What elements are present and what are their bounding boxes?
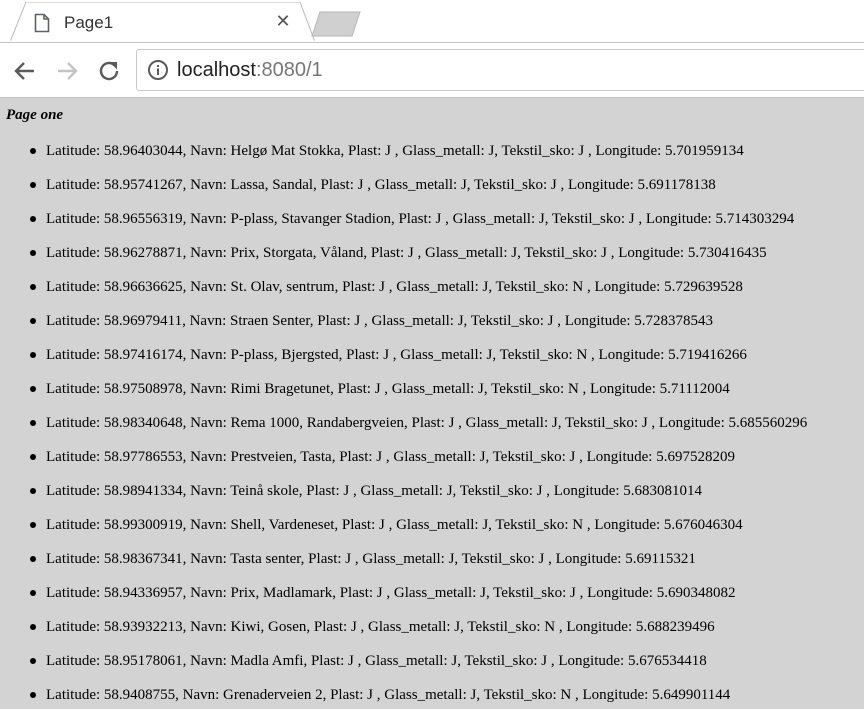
bullet-icon bbox=[30, 386, 36, 392]
list-item: Latitude: 58.95741267, Navn: Lassa, Sand… bbox=[0, 168, 864, 202]
list-item: Latitude: 58.98367341, Navn: Tasta sente… bbox=[0, 542, 864, 576]
list-item: Latitude: 58.9408755, Navn: Grenaderveie… bbox=[0, 678, 864, 709]
bullet-icon bbox=[30, 318, 36, 324]
list-item: Latitude: 58.98340648, Navn: Rema 1000, … bbox=[0, 406, 864, 440]
list-item: Latitude: 58.94336957, Navn: Prix, Madla… bbox=[0, 576, 864, 610]
list-item: Latitude: 58.96278871, Navn: Prix, Storg… bbox=[0, 236, 864, 270]
list-item: Latitude: 58.97508978, Navn: Rimi Braget… bbox=[0, 372, 864, 406]
list-item-text: Latitude: 58.9408755, Navn: Grenaderveie… bbox=[46, 687, 731, 703]
bullet-icon bbox=[30, 216, 36, 222]
bullet-icon bbox=[30, 488, 36, 494]
back-arrow-icon[interactable] bbox=[11, 57, 39, 85]
bullet-icon bbox=[30, 556, 36, 562]
forward-arrow-icon[interactable] bbox=[53, 57, 81, 85]
bullet-icon bbox=[30, 182, 36, 188]
list-item: Latitude: 58.97416174, Navn: P-plass, Bj… bbox=[0, 338, 864, 372]
list-item-text: Latitude: 58.96403044, Navn: Helgø Mat S… bbox=[46, 143, 744, 159]
reload-icon[interactable] bbox=[95, 57, 123, 85]
list-item: Latitude: 58.93932213, Navn: Kiwi, Gosen… bbox=[0, 610, 864, 644]
list-item-text: Latitude: 58.97786553, Navn: Prestveien,… bbox=[46, 449, 735, 465]
bullet-icon bbox=[30, 250, 36, 256]
list-item-text: Latitude: 58.98367341, Navn: Tasta sente… bbox=[46, 551, 696, 567]
document-icon bbox=[34, 13, 50, 38]
list-item: Latitude: 58.96556319, Navn: P-plass, St… bbox=[0, 202, 864, 236]
list-item-text: Latitude: 58.96636625, Navn: St. Olav, s… bbox=[46, 279, 743, 295]
tab-shape bbox=[10, 2, 315, 42]
list-item: Latitude: 58.95178061, Navn: Madla Amfi,… bbox=[0, 644, 864, 678]
list-item-text: Latitude: 58.97416174, Navn: P-plass, Bj… bbox=[46, 347, 747, 363]
bullet-icon bbox=[30, 454, 36, 460]
bullet-icon bbox=[30, 590, 36, 596]
tab-page1[interactable]: Page1 ✕ bbox=[10, 2, 315, 42]
list-item-text: Latitude: 58.95741267, Navn: Lassa, Sand… bbox=[46, 177, 716, 193]
tab-title: Page1 bbox=[64, 13, 114, 32]
bullet-icon bbox=[30, 148, 36, 154]
list-item: Latitude: 58.96636625, Navn: St. Olav, s… bbox=[0, 270, 864, 304]
bullet-icon bbox=[30, 284, 36, 290]
bullet-icon bbox=[30, 522, 36, 528]
url-host: localhost bbox=[177, 59, 256, 81]
record-list: Latitude: 58.96403044, Navn: Helgø Mat S… bbox=[0, 134, 864, 709]
list-item-text: Latitude: 58.95178061, Navn: Madla Amfi,… bbox=[46, 653, 707, 669]
bullet-icon bbox=[30, 624, 36, 630]
list-item-text: Latitude: 58.94336957, Navn: Prix, Madla… bbox=[46, 585, 736, 601]
list-item-text: Latitude: 58.96979411, Navn: Straen Sent… bbox=[46, 313, 714, 329]
list-item: Latitude: 58.97786553, Navn: Prestveien,… bbox=[0, 440, 864, 474]
page-title: Page one bbox=[6, 107, 64, 123]
url-text[interactable]: localhost:8080/1 bbox=[177, 59, 323, 82]
info-icon[interactable] bbox=[147, 59, 169, 86]
bullet-icon bbox=[30, 420, 36, 426]
url-port-path: :8080/1 bbox=[255, 59, 323, 81]
list-item-text: Latitude: 58.98340648, Navn: Rema 1000, … bbox=[46, 415, 808, 431]
list-item-text: Latitude: 58.99300919, Navn: Shell, Vard… bbox=[46, 517, 743, 533]
bullet-icon bbox=[30, 658, 36, 664]
address-bar[interactable]: localhost:8080/1 bbox=[136, 49, 864, 91]
list-item-text: Latitude: 58.96556319, Navn: P-plass, St… bbox=[46, 211, 795, 227]
close-icon[interactable]: ✕ bbox=[272, 11, 294, 33]
list-item-text: Latitude: 58.97508978, Navn: Rimi Braget… bbox=[46, 381, 730, 397]
bullet-icon bbox=[30, 692, 36, 698]
page-content: Page one Latitude: 58.96403044, Navn: He… bbox=[0, 98, 864, 709]
browser-toolbar: localhost:8080/1 bbox=[0, 42, 864, 98]
list-item-text: Latitude: 58.93932213, Navn: Kiwi, Gosen… bbox=[46, 619, 715, 635]
list-item: Latitude: 58.99300919, Navn: Shell, Vard… bbox=[0, 508, 864, 542]
list-item: Latitude: 58.98941334, Navn: Teinå skole… bbox=[0, 474, 864, 508]
tab-strip: Page1 ✕ bbox=[0, 0, 864, 42]
new-tab-button[interactable] bbox=[308, 11, 364, 42]
list-item: Latitude: 58.96979411, Navn: Straen Sent… bbox=[0, 304, 864, 338]
list-item-text: Latitude: 58.98941334, Navn: Teinå skole… bbox=[46, 483, 703, 499]
list-item: Latitude: 58.96403044, Navn: Helgø Mat S… bbox=[0, 134, 864, 168]
bullet-icon bbox=[30, 352, 36, 358]
list-item-text: Latitude: 58.96278871, Navn: Prix, Storg… bbox=[46, 245, 767, 261]
